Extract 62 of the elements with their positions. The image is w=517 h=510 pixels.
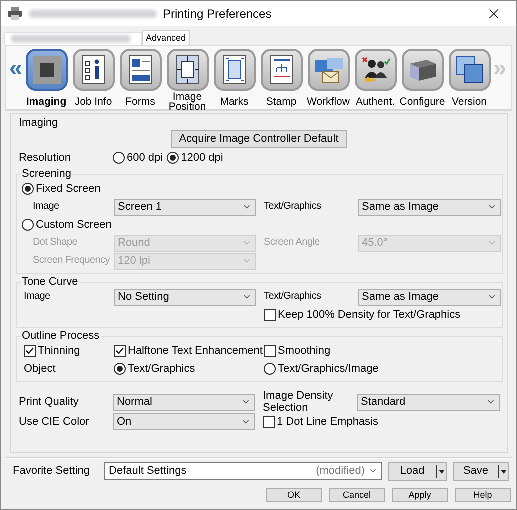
radio-button[interactable] <box>264 363 276 375</box>
radio-button[interactable] <box>22 183 34 195</box>
field-label: Image <box>23 291 52 303</box>
field-label: Text/Graphics <box>264 201 322 213</box>
field-label: Image <box>32 201 60 213</box>
checkbox[interactable] <box>264 345 276 357</box>
radio-button[interactable] <box>114 363 126 375</box>
option-label: Fixed Screen <box>36 183 101 195</box>
dropdown[interactable]: Screen 1 <box>114 198 256 216</box>
field-label: Resolution <box>18 152 72 164</box>
field-label: Text/Graphics <box>264 291 322 303</box>
field-label: Screen Angle <box>264 237 321 249</box>
option-label: Text/Graphics <box>128 363 196 375</box>
halftone-square-icon <box>30 54 62 86</box>
field-label: Image Density Selection <box>263 390 334 414</box>
option-label: Halftone Text Enhancement <box>128 345 263 357</box>
option-label: 1 Dot Line Emphasis <box>277 416 378 428</box>
split-button[interactable]: Save <box>453 462 509 480</box>
radio-button[interactable] <box>113 152 125 164</box>
field-label: Dot Shape <box>32 237 79 249</box>
dialog-button[interactable]: Cancel <box>329 488 385 502</box>
tab[interactable]: Advanced <box>142 30 190 45</box>
dropdown[interactable]: Same as Image <box>358 198 501 216</box>
dropdown[interactable]: Normal <box>113 394 255 410</box>
printer-icon <box>7 6 23 20</box>
group-title: Screening <box>21 168 73 180</box>
field-label: Screen Frequency <box>32 255 112 267</box>
checkbox[interactable] <box>114 345 126 357</box>
checkbox[interactable] <box>264 309 276 321</box>
dialog-button[interactable]: Help <box>455 488 511 502</box>
dropdown[interactable]: No Setting <box>114 288 256 306</box>
radio-button[interactable] <box>22 219 34 231</box>
option-label: 1200 dpi <box>181 152 224 164</box>
radio-button[interactable] <box>167 152 180 164</box>
option-label: Keep 100% Density for Text/Graphics <box>278 309 461 321</box>
checkbox[interactable] <box>24 345 36 357</box>
field-label: Object <box>23 363 57 375</box>
window-title: Printing Preferences <box>163 6 273 20</box>
overlapping-windows-icon <box>454 54 486 86</box>
option-label: Text/Graphics/Image <box>278 363 379 375</box>
field-label: Use CIE Color <box>18 416 90 428</box>
option-label: Thinning <box>38 345 80 357</box>
group-title: Outline Process <box>21 330 101 342</box>
option-label: 600 dpi <box>127 152 164 164</box>
section-title: Imaging <box>18 116 60 129</box>
scroll-left-button[interactable]: « <box>9 57 23 81</box>
dropdown[interactable]: Same as Image <box>358 288 501 306</box>
caret-icon <box>436 462 446 480</box>
dropdown[interactable]: Standard <box>357 394 500 410</box>
dialog-button[interactable]: OK <box>266 488 322 502</box>
field-label: Print Quality <box>18 396 80 408</box>
checkbox[interactable] <box>263 416 275 428</box>
dialog-button[interactable]: Apply <box>392 488 448 502</box>
option-label: Custom Screen <box>36 219 112 231</box>
acquire-default-button[interactable]: Acquire Image Controller Default <box>171 130 347 148</box>
favorite-dropdown[interactable]: Default Settings (modified) <box>104 462 382 480</box>
field-label: Favorite Setting <box>13 465 90 477</box>
dropdown[interactable]: On <box>113 413 255 430</box>
caret-icon <box>498 462 508 480</box>
option-label: Smoothing <box>278 345 331 357</box>
group-title: Tone Curve <box>21 276 80 288</box>
split-button[interactable]: Load <box>388 462 447 480</box>
